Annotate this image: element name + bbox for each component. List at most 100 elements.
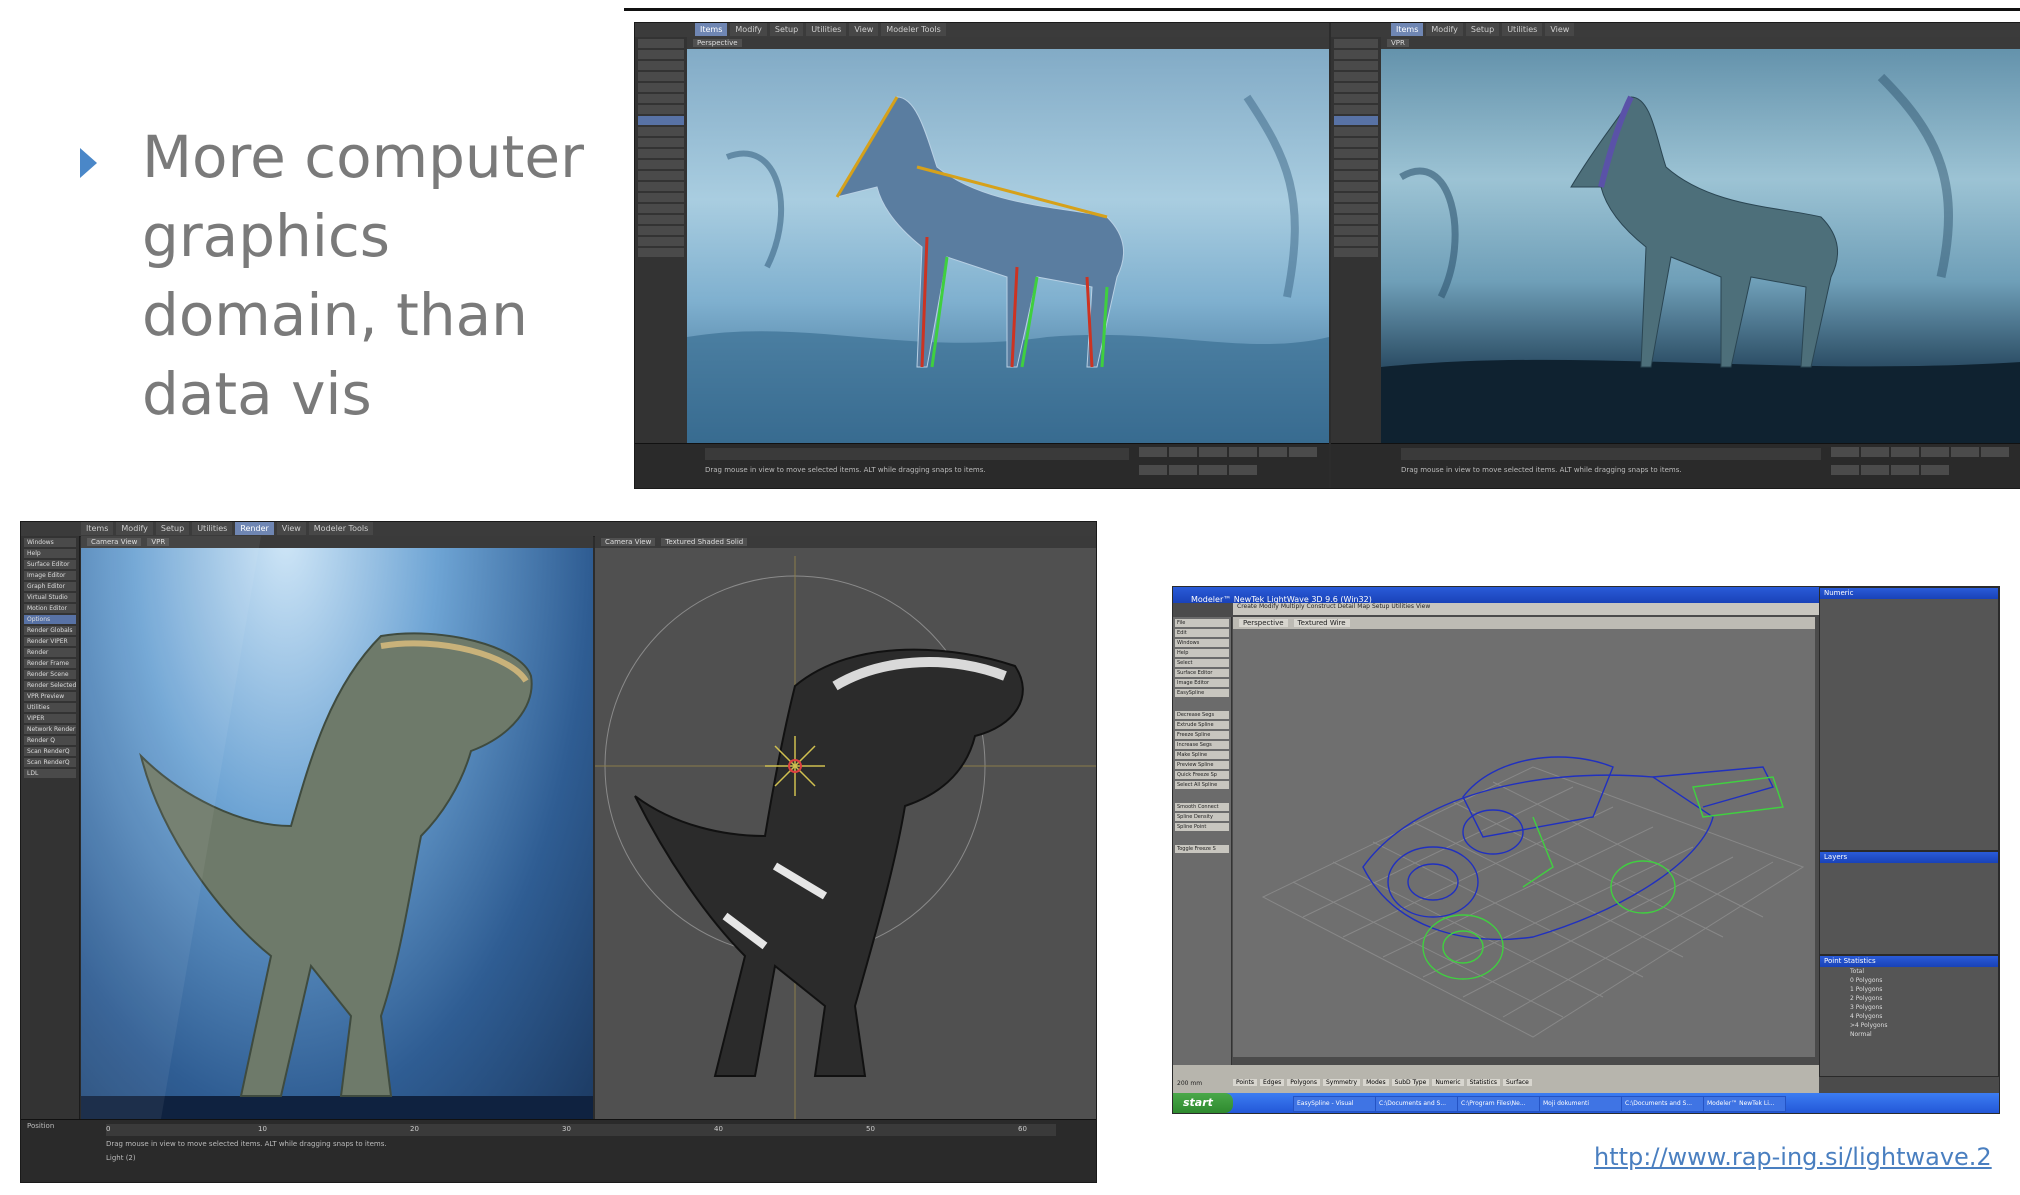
side-button[interactable]: Render [24, 648, 76, 657]
horse-timeline-controls[interactable] [1831, 447, 2011, 481]
surface-button[interactable]: Surface [1503, 1079, 1532, 1086]
menu-tab-view[interactable]: View [1545, 23, 1575, 36]
horse-render-viewport[interactable]: VPR [1381, 37, 2020, 444]
trex-render-viewport[interactable]: Camera View VPR [81, 536, 593, 1119]
tool-button[interactable]: Help [1175, 649, 1229, 657]
side-button[interactable]: Render Frame [24, 659, 76, 668]
side-button[interactable]: Render VIPER [24, 637, 76, 646]
menu-tab-setup[interactable]: Setup [155, 522, 190, 535]
statistics-button[interactable]: Statistics [1466, 1079, 1501, 1086]
subd-type-select[interactable]: SubD Type [1391, 1079, 1430, 1086]
tool-button[interactable]: Windows [1175, 639, 1229, 647]
modes-button[interactable]: Modes [1363, 1079, 1389, 1086]
menu-tab-modify[interactable]: Modify [1426, 23, 1463, 36]
side-button[interactable]: Windows [24, 538, 76, 547]
tool-button[interactable]: Increase Segs [1175, 741, 1229, 749]
taskbar-item[interactable]: C:\Documents and S... [1621, 1096, 1704, 1112]
side-button[interactable]: Virtual Studio [24, 593, 76, 602]
side-button[interactable]: Utilities [24, 703, 76, 712]
numeric-button[interactable]: Numeric [1432, 1079, 1464, 1086]
menu-tab-utilities[interactable]: Utilities [1502, 23, 1543, 36]
menu-tab-modify[interactable]: Modify [116, 522, 153, 535]
side-button[interactable]: Render Scene [24, 670, 76, 679]
horse-timeline-right[interactable]: Drag mouse in view to move selected item… [1331, 443, 2020, 488]
points-mode-button[interactable]: Points [1233, 1079, 1258, 1086]
menu-tab-view[interactable]: View [276, 522, 306, 535]
side-button[interactable]: LDL [24, 769, 76, 778]
side-button[interactable]: Options [24, 615, 76, 624]
menu-tab-setup[interactable]: Setup [1465, 23, 1500, 36]
tool-button[interactable]: Edit [1175, 629, 1229, 637]
trex-timeline-track[interactable]: 0 10 20 30 40 50 60 [106, 1124, 1056, 1136]
side-button[interactable]: Render Q [24, 736, 76, 745]
trex-current-item[interactable]: Light (2) [106, 1154, 136, 1162]
side-button[interactable]: Scan RenderQ [24, 758, 76, 767]
taskbar-item[interactable]: Moji dokumenti [1539, 1096, 1622, 1112]
tool-button[interactable]: Surface Editor [1175, 669, 1229, 677]
tool-button[interactable]: Extrude Spline [1175, 721, 1229, 729]
menu-tab-setup[interactable]: Setup [1372, 603, 1389, 615]
horse-timeline-controls[interactable] [1139, 447, 1319, 481]
taskbar-item[interactable]: EasySpline - Visual [1293, 1096, 1376, 1112]
horse-timeline-track[interactable] [1401, 448, 1821, 460]
tool-button[interactable]: File [1175, 619, 1229, 627]
tool-button[interactable]: Smooth Connect [1175, 803, 1229, 811]
menu-tab-modify[interactable]: Modify [730, 23, 767, 36]
tool-button[interactable]: Select [1175, 659, 1229, 667]
menu-tab-utilities[interactable]: Utilities [806, 23, 847, 36]
menu-tab-construct[interactable]: Construct [1307, 603, 1336, 615]
tool-button[interactable]: Preview Spline [1175, 761, 1229, 769]
trex-timeline[interactable]: Position 0 10 20 30 40 50 60 Drag mouse … [21, 1119, 1096, 1182]
tool-button[interactable]: Decrease Segs [1175, 711, 1229, 719]
tool-button[interactable]: Freeze Spline [1175, 731, 1229, 739]
side-button[interactable]: Graph Editor [24, 582, 76, 591]
menu-tab-create[interactable]: Create [1237, 603, 1257, 615]
horse-timeline[interactable]: Drag mouse in view to move selected item… [635, 443, 1329, 488]
tool-button[interactable]: Make Spline [1175, 751, 1229, 759]
horse-timeline-track[interactable] [705, 448, 1129, 460]
side-button[interactable]: Help [24, 549, 76, 558]
tool-button[interactable]: Quick Freeze Sp [1175, 771, 1229, 779]
taskbar-item[interactable]: Modeler™ NewTek Li... [1703, 1096, 1786, 1112]
menu-tab-modeler-tools[interactable]: Modeler Tools [881, 23, 946, 36]
menu-tab-modeler-tools[interactable]: Modeler Tools [308, 522, 374, 535]
menu-tab-map[interactable]: Map [1357, 603, 1370, 615]
side-button[interactable]: Render Selected [24, 681, 76, 690]
trex-solid-viewport[interactable]: Camera View Textured Shaded Solid [595, 536, 1096, 1119]
menu-tab-setup[interactable]: Setup [769, 23, 804, 36]
horse-wireframe-viewport[interactable]: Perspective [687, 37, 1329, 444]
source-link[interactable]: http://www.rap-ing.si/lightwave.2 [1594, 1143, 1992, 1171]
side-button[interactable]: Surface Editor [24, 560, 76, 569]
tool-button[interactable]: EasySpline [1175, 689, 1229, 697]
taskbar-item[interactable]: C:\Program Files\Ne... [1457, 1096, 1540, 1112]
edges-mode-button[interactable]: Edges [1260, 1079, 1285, 1086]
side-button[interactable]: Motion Editor [24, 604, 76, 613]
car-perspective-viewport[interactable]: Perspective Textured Wire [1233, 617, 1815, 1057]
tool-button[interactable]: Image Editor [1175, 679, 1229, 687]
side-button[interactable]: Image Editor [24, 571, 76, 580]
menu-tab-utilities[interactable]: Utilities [192, 522, 233, 535]
menu-tab-multiply[interactable]: Multiply [1281, 603, 1305, 615]
side-button[interactable]: Render Globals [24, 626, 76, 635]
side-button[interactable]: VIPER [24, 714, 76, 723]
side-button[interactable]: Network Render [24, 725, 76, 734]
menu-tab-view[interactable]: View [1416, 603, 1430, 615]
tool-button[interactable]: Spline Point [1175, 823, 1229, 831]
menu-tab-items[interactable]: Items [1391, 23, 1424, 36]
side-button[interactable]: Scan RenderQ [24, 747, 76, 756]
menu-tab-modify[interactable]: Modify [1259, 603, 1279, 615]
tool-button[interactable]: Toggle Freeze S [1175, 845, 1229, 853]
menu-tab-render[interactable]: Render [235, 522, 274, 535]
menu-tab-detail[interactable]: Detail [1338, 603, 1356, 615]
menu-tab-items[interactable]: Items [81, 522, 114, 535]
tool-button[interactable]: Spline Density [1175, 813, 1229, 821]
symmetry-button[interactable]: Symmetry [1322, 1079, 1361, 1086]
polygons-mode-button[interactable]: Polygons [1287, 1079, 1320, 1086]
menu-tab-items[interactable]: Items [695, 23, 728, 36]
start-button[interactable]: start [1173, 1093, 1233, 1113]
menu-tab-utilities[interactable]: Utilities [1391, 603, 1414, 615]
tool-button[interactable]: Select All Spline [1175, 781, 1229, 789]
side-button[interactable]: VPR Preview [24, 692, 76, 701]
taskbar-item[interactable]: C:\Documents and S... [1375, 1096, 1458, 1112]
menu-tab-view[interactable]: View [849, 23, 879, 36]
